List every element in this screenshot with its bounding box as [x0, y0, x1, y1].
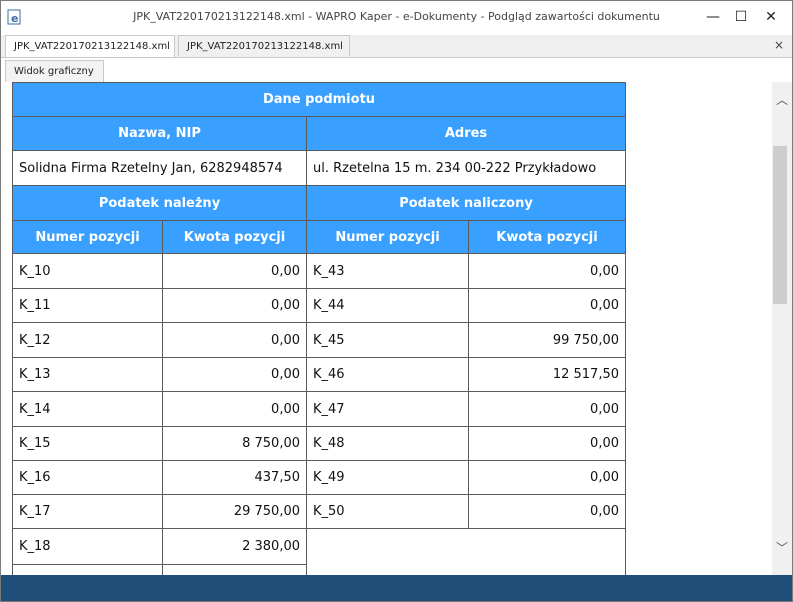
view-tabs: Widok graficzny [1, 58, 792, 82]
table-row: K_17 29 750,00 K_50 0,00 [12, 494, 626, 529]
status-bar [1, 575, 792, 601]
position-cell: K_12 [12, 322, 163, 358]
table-row: K_16 437,50 K_49 0,00 [12, 460, 626, 495]
amount-cell: 12 517,50 [468, 357, 626, 392]
table-row: K_10 0,00 K_43 0,00 [12, 253, 626, 289]
amount-cell: 437,50 [162, 460, 307, 495]
scrollbar-thumb[interactable] [773, 146, 787, 304]
empty-cell [12, 564, 163, 575]
maximize-button[interactable]: ☐ [726, 5, 756, 29]
amount-cell: 99 750,00 [468, 322, 626, 358]
window-title: JPK_VAT220170213122148.xml - WAPRO Kaper… [133, 10, 660, 23]
amount-cell: 0,00 [468, 494, 626, 529]
amount-cell: 0,00 [468, 391, 626, 427]
amount-cell: 29 750,00 [162, 494, 307, 529]
position-cell: K_15 [12, 426, 163, 461]
table-row: K_15 8 750,00 K_48 0,00 [12, 426, 626, 461]
amount-cell: 8 750,00 [162, 426, 307, 461]
table-row: K_14 0,00 K_47 0,00 [12, 391, 626, 427]
document-tabs: JPK_VAT220170213122148.xml JPK_VAT220170… [1, 35, 792, 58]
tab-document-2[interactable]: JPK_VAT220170213122148.xml [178, 35, 350, 56]
header-position-right: Numer pozycji [306, 220, 469, 254]
position-cell: K_13 [12, 357, 163, 392]
header-position-left: Numer pozycji [12, 220, 163, 254]
amount-cell: 0,00 [468, 253, 626, 289]
position-cell: K_48 [306, 426, 469, 461]
scroll-up-icon[interactable]: ︿ [776, 94, 788, 106]
app-window: e JPK_VAT220170213122148.xml - WAPRO Kap… [0, 0, 793, 602]
header-tax-input: Podatek naliczony [306, 185, 626, 221]
amount-cell: 0,00 [162, 357, 307, 392]
position-cell: K_18 [12, 528, 163, 565]
minimize-button[interactable]: — [698, 5, 728, 29]
position-cell: K_43 [306, 253, 469, 289]
amount-cell: 0,00 [162, 288, 307, 323]
position-cell: K_11 [12, 288, 163, 323]
empty-cell [162, 564, 307, 575]
amount-cell: 2 380,00 [162, 528, 307, 565]
tab-graphic-view[interactable]: Widok graficzny [5, 60, 104, 82]
header-address: Adres [306, 116, 626, 151]
section-title: Dane podmiotu [12, 82, 626, 117]
amount-cell: 0,00 [162, 391, 307, 427]
position-cell: K_45 [306, 322, 469, 358]
position-cell: K_50 [306, 494, 469, 529]
header-tax-due: Podatek należny [12, 185, 307, 221]
position-cell: K_17 [12, 494, 163, 529]
amount-cell: 0,00 [468, 288, 626, 323]
position-cell: K_49 [306, 460, 469, 495]
position-cell: K_47 [306, 391, 469, 427]
address-value: ul. Rzetelna 15 m. 234 00-222 Przykładow… [306, 150, 626, 186]
name-nip-value: Solidna Firma Rzetelny Jan, 6282948574 [12, 150, 307, 186]
header-amount-left: Kwota pozycji [162, 220, 307, 254]
position-cell: K_44 [306, 288, 469, 323]
table-row: K_11 0,00 K_44 0,00 [12, 288, 626, 323]
header-name-nip: Nazwa, NIP [12, 116, 307, 151]
header-amount-right: Kwota pozycji [468, 220, 626, 254]
title-bar: e JPK_VAT220170213122148.xml - WAPRO Kap… [1, 1, 792, 33]
table-row: K_18 2 380,00 [12, 528, 626, 575]
table-row: K_13 0,00 K_46 12 517,50 [12, 357, 626, 392]
amount-cell: 0,00 [468, 460, 626, 495]
position-cell: K_10 [12, 253, 163, 289]
empty-cell [306, 528, 626, 575]
table-row: K_12 0,00 K_45 99 750,00 [12, 322, 626, 358]
scroll-down-icon[interactable]: ﹀ [776, 542, 788, 554]
document-table: Dane podmiotu Nazwa, NIP Adres Solidna F… [12, 82, 626, 575]
position-cell: K_16 [12, 460, 163, 495]
tab-document-1[interactable]: JPK_VAT220170213122148.xml [5, 35, 175, 57]
amount-cell: 0,00 [162, 253, 307, 289]
close-button[interactable]: ✕ [756, 5, 786, 29]
position-cell: K_46 [306, 357, 469, 392]
close-tab-icon[interactable]: × [774, 38, 784, 52]
vertical-scrollbar[interactable]: ︿ ﹀ [772, 82, 792, 575]
document-view: Dane podmiotu Nazwa, NIP Adres Solidna F… [2, 82, 772, 575]
amount-cell: 0,00 [162, 322, 307, 358]
position-cell: K_14 [12, 391, 163, 427]
amount-cell: 0,00 [468, 426, 626, 461]
